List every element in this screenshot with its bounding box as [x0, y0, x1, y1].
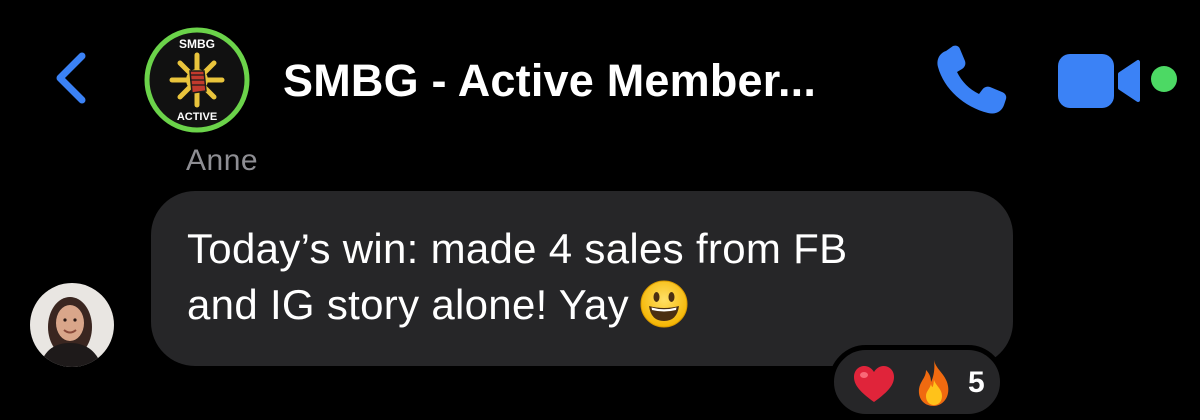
video-call-button[interactable]	[1058, 52, 1148, 110]
online-indicator-dot	[1151, 66, 1177, 92]
sender-avatar[interactable]	[30, 283, 114, 367]
chevron-left-icon	[56, 52, 86, 104]
fire-emoji-icon	[918, 360, 949, 406]
voice-call-button[interactable]	[932, 45, 1012, 119]
group-avatar[interactable]: SMBG ACTIVE	[144, 27, 250, 133]
video-camera-icon	[1058, 54, 1140, 108]
heart-emoji-icon	[854, 366, 894, 402]
grinning-face-emoji-icon	[639, 279, 689, 329]
phone-icon	[937, 45, 1007, 114]
reactions-pill[interactable]: 5	[829, 345, 1005, 419]
logo-text-bottom: ACTIVE	[177, 111, 217, 123]
message-text-line-2: and IG story alone! Yay	[187, 277, 977, 333]
logo-text-top: SMBG	[179, 37, 215, 51]
chat-title[interactable]: SMBG - Active Member...	[283, 55, 816, 107]
group-logo: SMBG ACTIVE	[144, 27, 250, 133]
sender-name: Anne	[186, 144, 259, 177]
chat-header: SMBG ACTIVE SMBG - Active Member...	[0, 0, 1200, 150]
message-bubble[interactable]: Today’s win: made 4 sales from FB and IG…	[151, 191, 1013, 366]
reaction-count: 5	[968, 366, 985, 399]
back-button[interactable]	[48, 48, 98, 108]
profile-photo	[30, 283, 114, 367]
message-text-line-2-text: and IG story alone! Yay	[187, 281, 629, 328]
message-text-line-1: Today’s win: made 4 sales from FB	[187, 225, 848, 272]
